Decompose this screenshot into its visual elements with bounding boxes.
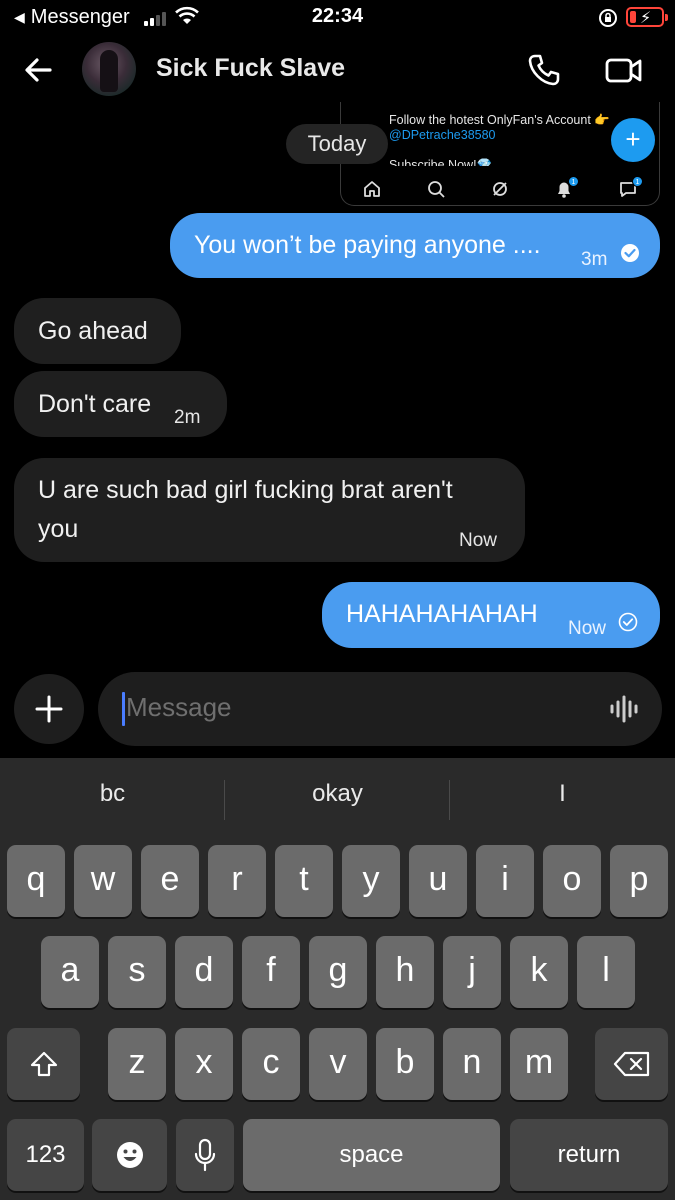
key-m[interactable]: m <box>510 1028 568 1100</box>
shared-image-preview[interactable]: Follow the hotest OnlyFan's Account 👉 @D… <box>340 102 660 206</box>
message-input[interactable]: Message <box>98 672 662 746</box>
key-q[interactable]: q <box>7 845 65 917</box>
key-a[interactable]: a <box>41 936 99 1008</box>
emoji-icon <box>116 1142 143 1168</box>
date-separator: Today <box>286 124 388 164</box>
microphone-icon <box>194 1138 216 1172</box>
key-z[interactable]: z <box>108 1028 166 1100</box>
key-u[interactable]: u <box>409 845 467 917</box>
charging-bolt-icon: ⚡ <box>640 10 652 27</box>
message-text: Go ahead <box>38 317 148 345</box>
key-b[interactable]: b <box>376 1028 434 1100</box>
message-text-line: U are such bad girl fucking brat aren't <box>38 476 453 504</box>
chat-header: Sick Fuck Slave <box>0 38 675 102</box>
key-l[interactable]: l <box>577 936 635 1008</box>
message-placeholder: Message <box>126 692 232 722</box>
key-p[interactable]: p <box>610 845 668 917</box>
message-bubble-incoming[interactable]: Don't care 2m <box>14 371 227 437</box>
space-key[interactable]: space <box>243 1119 500 1191</box>
preview-compose-button: + <box>611 118 655 162</box>
backspace-icon <box>613 1051 649 1077</box>
preview-sub-text: Subscribe Now!💎 <box>389 158 493 166</box>
message-text: You won’t be paying anyone .... <box>194 231 541 259</box>
delivered-check-icon <box>621 244 639 262</box>
key-d[interactable]: d <box>175 936 233 1008</box>
message-bubble-outgoing[interactable]: HAHAHAHAHAH Now <box>322 582 660 648</box>
plus-icon <box>35 695 63 723</box>
key-r[interactable]: r <box>208 845 266 917</box>
message-bubble-outgoing[interactable]: You won’t be paying anyone .... 3m <box>170 213 660 278</box>
preview-tab-bar: 1 1 <box>341 172 659 204</box>
contact-name[interactable]: Sick Fuck Slave <box>156 54 345 83</box>
back-arrow-icon[interactable] <box>20 52 56 88</box>
key-t[interactable]: t <box>275 845 333 917</box>
shift-icon <box>30 1051 57 1077</box>
emoji-key[interactable] <box>92 1119 167 1191</box>
suggestion-1[interactable]: bc <box>0 780 225 808</box>
video-camera-icon[interactable] <box>604 52 644 88</box>
battery-icon: ⚡ <box>626 7 668 27</box>
notification-badge: 1 <box>568 176 579 187</box>
key-s[interactable]: s <box>108 936 166 1008</box>
key-y[interactable]: y <box>342 845 400 917</box>
contact-avatar[interactable] <box>82 42 136 96</box>
dictation-key[interactable] <box>176 1119 234 1191</box>
add-attachment-button[interactable] <box>14 674 84 744</box>
orientation-lock-icon <box>599 9 617 27</box>
suggestion-3[interactable]: I <box>450 780 675 808</box>
status-time: 22:34 <box>311 5 364 27</box>
sent-check-icon <box>618 612 638 632</box>
messages-badge: 1 <box>632 176 643 187</box>
key-c[interactable]: c <box>242 1028 300 1100</box>
spaces-icon <box>493 182 507 196</box>
message-time: Now <box>459 530 498 551</box>
voice-waveform-icon[interactable] <box>608 694 642 724</box>
message-text: HAHAHAHAHAH <box>346 600 538 628</box>
key-f[interactable]: f <box>242 936 300 1008</box>
message-text: Don't care <box>38 390 152 418</box>
return-key[interactable]: return <box>510 1119 668 1191</box>
key-g[interactable]: g <box>309 936 367 1008</box>
keyboard: bc okay I q w e r t y u i o p a s d f g … <box>0 758 675 1200</box>
delete-key[interactable] <box>595 1028 668 1100</box>
key-v[interactable]: v <box>309 1028 367 1100</box>
key-i[interactable]: i <box>476 845 534 917</box>
status-bar: ◀ Messenger 22:34 ⚡ <box>0 0 675 36</box>
suggestion-2[interactable]: okay <box>225 780 450 808</box>
shift-key[interactable] <box>7 1028 80 1100</box>
message-time: 3m <box>581 249 608 270</box>
preview-handle: @DPetrache38580 <box>389 128 496 142</box>
key-e[interactable]: e <box>141 845 199 917</box>
key-w[interactable]: w <box>74 845 132 917</box>
message-time: Now <box>568 618 607 639</box>
key-k[interactable]: k <box>510 936 568 1008</box>
message-bubble-incoming[interactable]: U are such bad girl fucking brat aren't … <box>14 458 525 562</box>
key-x[interactable]: x <box>175 1028 233 1100</box>
search-icon <box>428 181 445 198</box>
message-time: 2m <box>174 407 201 428</box>
home-icon <box>364 181 380 197</box>
preview-text: Follow the hotest OnlyFan's Account 👉 <box>389 113 610 127</box>
phone-icon[interactable] <box>526 52 562 88</box>
key-j[interactable]: j <box>443 936 501 1008</box>
key-n[interactable]: n <box>443 1028 501 1100</box>
message-text-line: you <box>38 515 79 543</box>
key-h[interactable]: h <box>376 936 434 1008</box>
text-cursor <box>122 692 125 726</box>
message-bubble-incoming[interactable]: Go ahead <box>14 298 181 364</box>
numbers-key[interactable]: 123 <box>7 1119 84 1191</box>
key-o[interactable]: o <box>543 845 601 917</box>
